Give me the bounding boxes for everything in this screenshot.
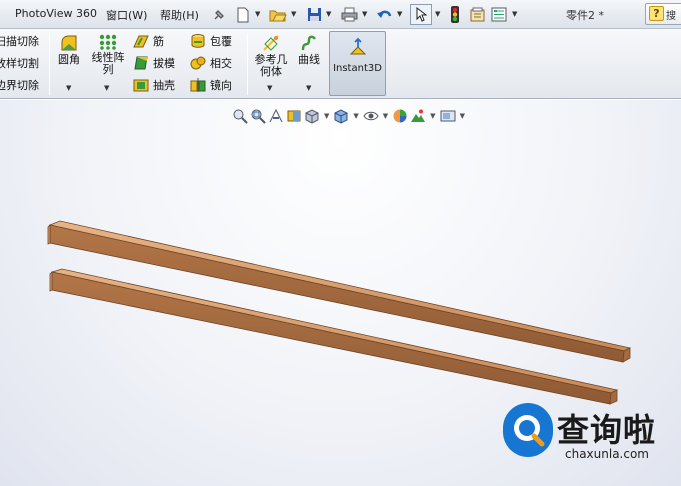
help-search-label: 搜 xyxy=(666,11,676,22)
menu-help[interactable]: 帮助(H) xyxy=(160,7,199,23)
watermark-title: 查询啦 xyxy=(557,411,657,449)
swept-cut-button[interactable]: 扫描切除 xyxy=(0,32,39,50)
instant3d-label: Instant3D xyxy=(333,63,382,74)
menu-bar: PhotoView 360 窗口(W) 帮助(H) ▼ ▼ ▼ ▼ ▼ ▼ ▼ xyxy=(0,0,681,29)
file-properties-icon[interactable] xyxy=(468,4,486,25)
shell-label: 抽壳 xyxy=(153,79,175,92)
wrap-button[interactable]: 包覆 xyxy=(190,32,232,50)
reference-geometry-icon xyxy=(263,35,279,51)
instant3d-icon xyxy=(349,37,366,55)
ribbon-separator xyxy=(247,33,248,95)
draft-button[interactable]: 拔模 xyxy=(133,54,175,72)
save-icon[interactable] xyxy=(305,4,323,25)
swept-cut-label: 扫描切除 xyxy=(0,35,39,48)
curves-label: 曲线 xyxy=(298,53,320,66)
rebuild-traffic-light-icon[interactable] xyxy=(447,4,463,25)
boundary-cut-label: 边界切除 xyxy=(0,79,39,92)
undo-icon[interactable] xyxy=(374,4,394,25)
intersect-label: 相交 xyxy=(210,57,232,70)
instant3d-button[interactable]: Instant3D xyxy=(329,31,386,96)
reference-geometry-label: 参考几 何体 xyxy=(254,53,288,78)
rib-icon xyxy=(133,35,149,48)
linear-pattern-dropdown-icon[interactable]: ▼ xyxy=(104,84,109,92)
reference-geometry-dropdown-icon[interactable]: ▼ xyxy=(267,84,272,92)
save-dropdown-icon[interactable]: ▼ xyxy=(326,10,331,18)
draft-label: 拔模 xyxy=(153,57,175,70)
fillet-button[interactable]: 圆角 xyxy=(55,34,83,66)
print-icon[interactable] xyxy=(339,4,359,25)
ribbon-separator xyxy=(49,33,50,95)
options-icon[interactable] xyxy=(490,4,508,25)
select-dropdown-icon[interactable]: ▼ xyxy=(435,10,440,18)
intersect-button[interactable]: 相交 xyxy=(190,54,232,72)
print-dropdown-icon[interactable]: ▼ xyxy=(362,10,367,18)
mirror-button[interactable]: 镜向 xyxy=(190,76,232,94)
boundary-cut-button[interactable]: 边界切除 xyxy=(0,76,39,94)
curves-dropdown-icon[interactable]: ▼ xyxy=(306,84,311,92)
draft-icon xyxy=(134,56,148,70)
new-document-icon[interactable] xyxy=(234,4,252,25)
undo-dropdown-icon[interactable]: ▼ xyxy=(397,10,402,18)
linear-pattern-button[interactable]: 线性阵 列 xyxy=(90,34,126,76)
fillet-label: 圆角 xyxy=(58,53,80,66)
curves-button[interactable]: 曲线 xyxy=(295,34,323,66)
intersect-icon xyxy=(190,56,206,70)
rib-label: 筋 xyxy=(153,35,164,48)
menu-window[interactable]: 窗口(W) xyxy=(106,7,147,23)
reference-geometry-button[interactable]: 参考几 何体 xyxy=(253,34,289,78)
watermark-logo: 查询啦 chaxunla.com xyxy=(497,397,677,467)
new-dropdown-icon[interactable]: ▼ xyxy=(255,10,260,18)
linear-pattern-icon xyxy=(99,34,117,50)
menu-photoview[interactable]: PhotoView 360 xyxy=(15,7,97,20)
lofted-cut-button[interactable]: 放样切割 xyxy=(0,54,39,72)
mirror-icon xyxy=(190,78,206,92)
shell-icon xyxy=(133,79,149,92)
open-dropdown-icon[interactable]: ▼ xyxy=(291,10,296,18)
mirror-label: 镜向 xyxy=(210,79,232,92)
linear-pattern-label: 线性阵 列 xyxy=(91,51,125,76)
curves-icon xyxy=(301,35,316,51)
wrap-icon xyxy=(191,34,205,48)
shell-button[interactable]: 抽壳 xyxy=(133,76,175,94)
watermark-site: chaxunla.com xyxy=(565,447,649,461)
document-title: 零件2 * xyxy=(566,9,604,22)
help-search-box[interactable]: ? 搜 xyxy=(645,3,681,25)
lofted-cut-label: 放样切割 xyxy=(0,57,39,70)
select-arrow-icon[interactable] xyxy=(410,4,432,25)
wrap-label: 包覆 xyxy=(210,35,232,48)
rib-button[interactable]: 筋 xyxy=(133,32,164,50)
pin-icon[interactable] xyxy=(210,4,228,25)
search-magnifier-icon xyxy=(514,415,545,447)
options-dropdown-icon[interactable]: ▼ xyxy=(512,10,517,18)
fillet-dropdown-icon[interactable]: ▼ xyxy=(66,84,71,92)
help-question-icon: ? xyxy=(649,6,664,21)
fillet-icon xyxy=(61,35,77,51)
watermark-badge xyxy=(503,403,553,457)
open-folder-icon[interactable] xyxy=(268,4,288,25)
